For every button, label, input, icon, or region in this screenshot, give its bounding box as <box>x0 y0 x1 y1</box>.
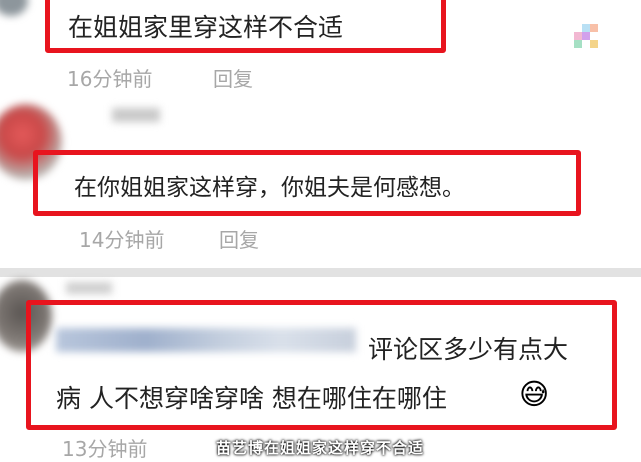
username[interactable] <box>66 282 112 294</box>
sweat-smile-emoji-icon: 😅 <box>519 377 550 411</box>
comment-text-line2: 病 人不想穿啥穿啥 想在哪住在哪住 <box>56 384 447 413</box>
reply-button[interactable]: 回复 <box>213 63 253 92</box>
comment-text: 在你姐姐家这样穿，你姐夫是何感想。 <box>74 175 465 201</box>
video-subtitle: 苗艺博在姐姐家这样穿不合适 <box>216 439 425 457</box>
comment-timestamp: 14分钟前 <box>79 228 165 252</box>
watermark-icon <box>574 24 604 54</box>
avatar[interactable] <box>0 0 28 16</box>
comment-timestamp: 13分钟前 <box>62 437 148 461</box>
reply-button[interactable]: 回复 <box>219 224 259 253</box>
comment-timestamp: 16分钟前 <box>67 67 153 91</box>
comment-separator <box>0 268 641 277</box>
comment-text-line1: 评论区多少有点大 <box>368 335 569 364</box>
comment-text: 在姐姐家里穿这样不合适 <box>68 13 344 42</box>
blurred-mention <box>56 328 356 352</box>
username[interactable] <box>112 108 160 122</box>
